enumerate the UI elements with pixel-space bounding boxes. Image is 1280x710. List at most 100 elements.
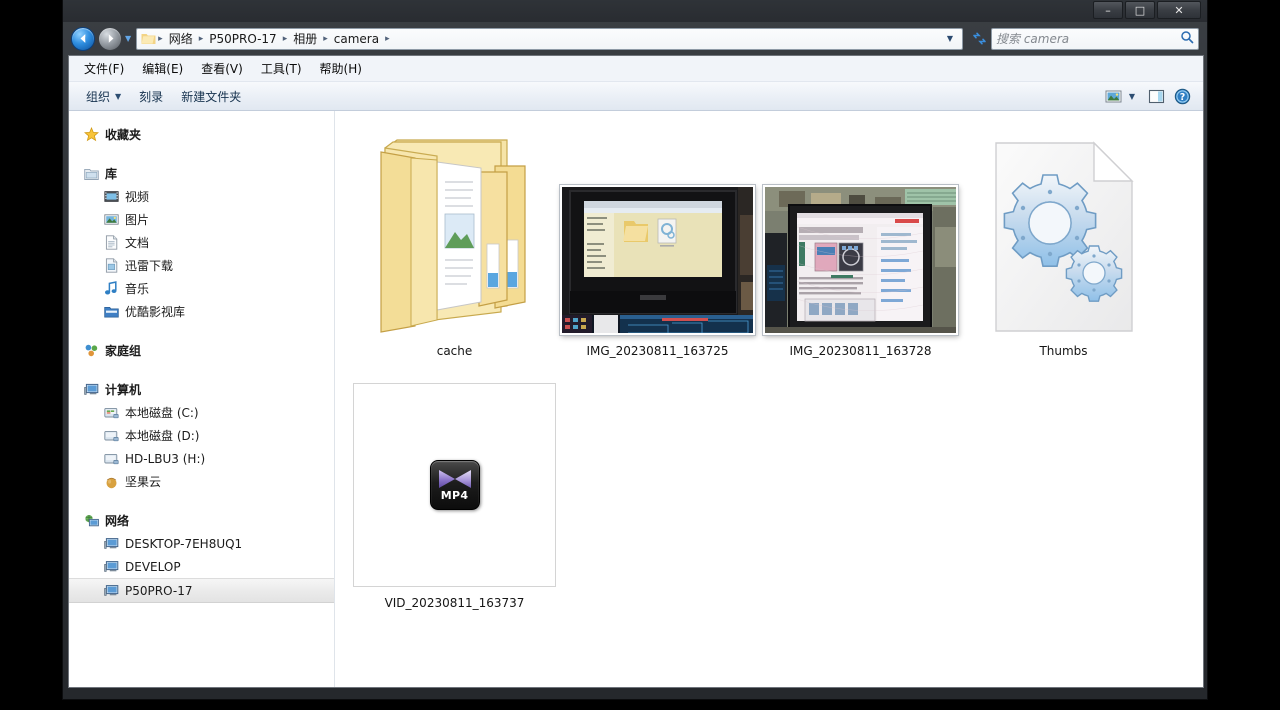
sidebar-item-nutstore[interactable]: 坚果云: [69, 470, 334, 493]
sidebar-label: 收藏夹: [105, 128, 142, 142]
drive-icon: [103, 451, 119, 467]
drive-icon: [103, 428, 119, 444]
thumbnail: [990, 125, 1138, 335]
sidebar-label: 文档: [125, 236, 150, 250]
file-item-thumbs[interactable]: Thumbs: [962, 125, 1165, 359]
history-dropdown-button[interactable]: ▼: [125, 34, 131, 43]
maximize-button[interactable]: □: [1125, 1, 1155, 19]
file-item-img-163728[interactable]: IMG_20230811_163728: [759, 125, 962, 359]
close-button[interactable]: ✕: [1157, 1, 1201, 19]
sidebar-label: 本地磁盘 (C:): [125, 406, 199, 420]
sidebar-item-libraries[interactable]: 库: [69, 162, 334, 185]
breadcrumb-item-network[interactable]: 网络: [164, 29, 198, 49]
youku-icon: [103, 304, 119, 320]
breadcrumb-item-album[interactable]: 相册: [288, 29, 322, 49]
back-arrow-icon: [80, 34, 85, 43]
menu-view[interactable]: 查看(V): [192, 56, 252, 81]
thumbnail: [763, 125, 958, 335]
photo-thumbnail: [763, 185, 958, 335]
photo-monitor-document-image: [765, 187, 956, 333]
sidebar-label: 视频: [125, 190, 150, 204]
file-item-cache[interactable]: cache: [353, 125, 556, 359]
menu-tools[interactable]: 工具(T): [252, 56, 311, 81]
search-input[interactable]: 搜索 camera: [996, 30, 1180, 47]
sidebar-item-desktop-7eh8uq1[interactable]: DESKTOP-7EH8UQ1: [69, 532, 334, 555]
breadcrumb-item-camera[interactable]: camera: [329, 30, 384, 48]
help-button[interactable]: ?: [1169, 85, 1195, 107]
thumbnail: [375, 125, 535, 335]
file-item-vid-163737[interactable]: MP4 VID_20230811_163737: [353, 377, 556, 611]
sidebar-item-network[interactable]: 网络: [69, 509, 334, 532]
address-dropdown-button[interactable]: ▼: [940, 34, 960, 43]
sidebar-label: 迅雷下载: [125, 259, 174, 273]
back-button[interactable]: [71, 26, 95, 51]
help-icon: ?: [1174, 88, 1190, 104]
search-box[interactable]: 搜索 camera: [991, 27, 1199, 50]
pc-icon: [103, 536, 119, 552]
navigation-bar: ▼ ▸ 网络 ▸ P50PRO-17 ▸ 相册 ▸ camera ▸ ▼ 搜索 …: [63, 22, 1207, 55]
sidebar-item-videos[interactable]: 视频: [69, 185, 334, 208]
sidebar-item-homegroup[interactable]: 家庭组: [69, 339, 334, 362]
sidebar-label: 图片: [125, 213, 150, 227]
computer-icon: [83, 382, 99, 398]
video-icon: [103, 189, 119, 205]
pc-icon: [103, 559, 119, 575]
new-folder-button[interactable]: 新建文件夹: [172, 84, 250, 109]
explorer-body: 收藏夹 库 视频 图片 文档 迅雷下载 音乐 优酷影视库 家庭组 计算机 本地磁…: [69, 111, 1203, 687]
sidebar-label: DESKTOP-7EH8UQ1: [125, 536, 243, 551]
window-controls: – □ ✕: [1093, 1, 1201, 19]
breadcrumb-separator: ▸: [385, 33, 390, 44]
view-dropdown-button[interactable]: ▼: [1127, 92, 1143, 101]
pictures-icon: [103, 212, 119, 228]
sidebar-item-xunlei-downloads[interactable]: 迅雷下载: [69, 254, 334, 277]
refresh-button[interactable]: [967, 28, 991, 50]
address-bar[interactable]: ▸ 网络 ▸ P50PRO-17 ▸ 相册 ▸ camera ▸ ▼: [136, 27, 963, 50]
sidebar-label: 家庭组: [105, 344, 142, 358]
preview-pane-icon: [1148, 89, 1164, 103]
change-view-button[interactable]: [1101, 85, 1127, 107]
sidebar-item-favorites[interactable]: 收藏夹: [69, 123, 334, 146]
sidebar-item-drive-d[interactable]: 本地磁盘 (D:): [69, 424, 334, 447]
menu-help[interactable]: 帮助(H): [311, 56, 371, 81]
sidebar-item-develop[interactable]: DEVELOP: [69, 555, 334, 578]
preview-pane-button[interactable]: [1143, 85, 1169, 107]
sidebar-label: 计算机: [105, 383, 142, 397]
sidebar-label: DEVELOP: [125, 559, 181, 574]
menu-file[interactable]: 文件(F): [75, 56, 133, 81]
documents-icon: [103, 235, 119, 251]
thumbnail: MP4: [353, 377, 556, 587]
sidebar-label: 坚果云: [125, 475, 162, 489]
sidebar-label: 音乐: [125, 282, 150, 296]
sidebar-item-pictures[interactable]: 图片: [69, 208, 334, 231]
folder-icon: [139, 31, 157, 47]
sidebar-item-drive-c[interactable]: 本地磁盘 (C:): [69, 401, 334, 424]
star-icon: [83, 127, 99, 143]
video-thumbnail-frame: MP4: [353, 383, 556, 587]
forward-button[interactable]: [98, 26, 122, 51]
file-name: IMG_20230811_163728: [789, 344, 932, 358]
xunlei-icon: [103, 258, 119, 274]
menu-edit[interactable]: 编辑(E): [133, 56, 192, 81]
sidebar-item-music[interactable]: 音乐: [69, 277, 334, 300]
sidebar-item-p50pro-17[interactable]: P50PRO-17: [69, 578, 334, 603]
breadcrumb-item-p50pro[interactable]: P50PRO-17: [204, 30, 281, 48]
sidebar-item-youku-library[interactable]: 优酷影视库: [69, 300, 334, 323]
sidebar-item-computer[interactable]: 计算机: [69, 378, 334, 401]
file-name: Thumbs: [1039, 344, 1088, 358]
burn-button[interactable]: 刻录: [130, 84, 172, 109]
sidebar-item-documents[interactable]: 文档: [69, 231, 334, 254]
file-item-img-163725[interactable]: IMG_20230811_163725: [556, 125, 759, 359]
organize-label: 组织: [86, 89, 111, 104]
sidebar-item-drive-h[interactable]: HD-LBU3 (H:): [69, 447, 334, 470]
minimize-button[interactable]: –: [1093, 1, 1123, 19]
play-bowtie-icon: [438, 470, 471, 488]
thumbnail: [560, 125, 755, 335]
organize-button[interactable]: 组织 ▼: [77, 84, 130, 109]
refresh-icon: [972, 32, 986, 45]
navigation-pane[interactable]: 收藏夹 库 视频 图片 文档 迅雷下载 音乐 优酷影视库 家庭组 计算机 本地磁…: [69, 111, 335, 687]
file-list-pane[interactable]: cache IMG_20230811_163725 IMG_20230811_1…: [335, 111, 1203, 687]
command-toolbar: 组织 ▼ 刻录 新建文件夹 ▼ ?: [69, 82, 1203, 111]
sidebar-label: 网络: [105, 514, 130, 528]
